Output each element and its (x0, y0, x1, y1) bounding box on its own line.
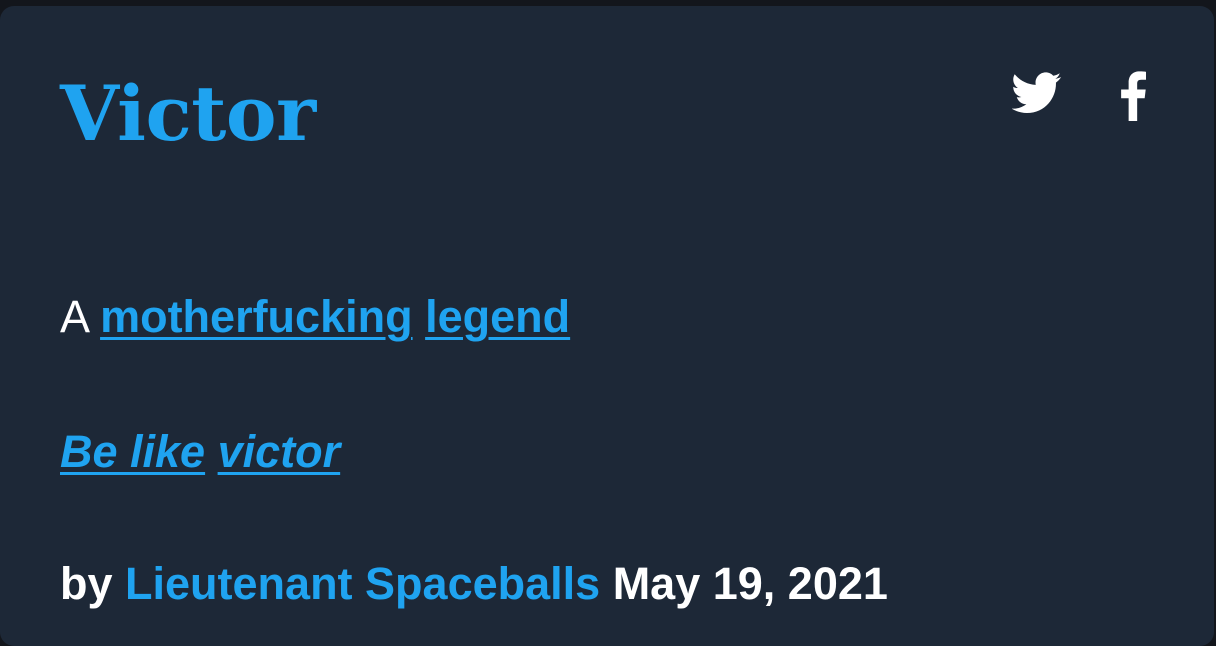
meaning-prefix: A (60, 291, 88, 342)
facebook-share-button[interactable] (1114, 68, 1152, 124)
meaning-link-legend[interactable]: legend (425, 291, 570, 342)
by-label: by (60, 558, 113, 609)
definition-card: Victor A motherfucking legend Be like vi… (0, 6, 1214, 646)
definition-example: Be like victor (60, 426, 340, 478)
author-link[interactable]: Lieutenant Spaceballs (125, 558, 600, 609)
example-link-victor[interactable]: victor (218, 426, 341, 477)
contributor-line: by Lieutenant Spaceballs May 19, 2021 (60, 558, 888, 610)
facebook-icon (1121, 71, 1146, 121)
twitter-icon (1012, 72, 1062, 113)
post-date: May 19, 2021 (612, 558, 888, 609)
meaning-link-motherfucking[interactable]: motherfucking (100, 291, 413, 342)
example-link-be-like[interactable]: Be like (60, 426, 205, 477)
twitter-share-button[interactable] (1010, 68, 1064, 118)
word-title-link[interactable]: Victor (60, 68, 316, 159)
definition-meaning: A motherfucking legend (60, 291, 570, 343)
